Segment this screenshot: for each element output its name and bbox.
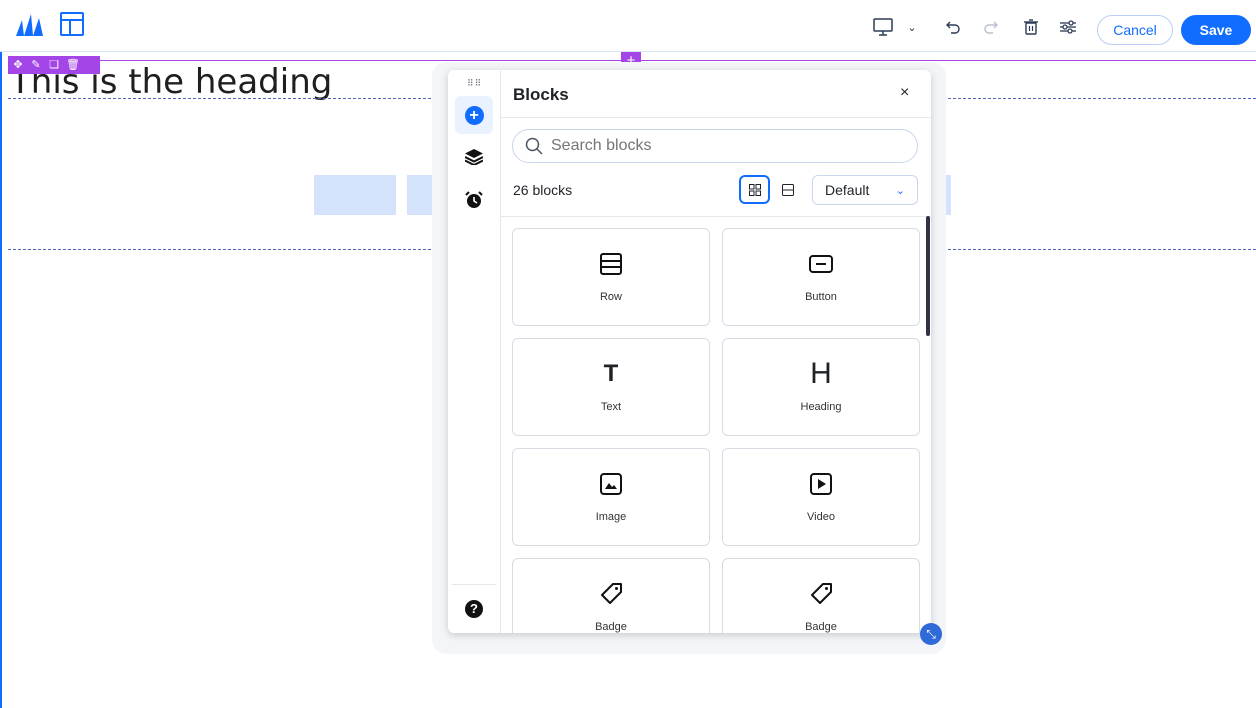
cancel-button[interactable]: Cancel	[1097, 15, 1173, 45]
move-icon[interactable]: ✥	[12, 58, 24, 72]
duplicate-icon[interactable]: ❏	[48, 58, 60, 72]
tag-icon	[811, 583, 832, 604]
close-icon[interactable]: ×	[900, 84, 909, 102]
block-card-text[interactable]: T Text	[512, 338, 710, 436]
chevron-down-icon: ⌄	[895, 184, 905, 197]
block-card-badge[interactable]: Badge	[722, 558, 920, 633]
block-label: Row	[599, 291, 622, 303]
list-view-button[interactable]	[774, 175, 802, 204]
top-toolbar: ⌄ Cancel Save	[0, 0, 1256, 52]
button-icon	[809, 255, 833, 273]
sort-select[interactable]: Default ⌄	[812, 175, 918, 205]
add-circle-icon: +	[464, 105, 484, 125]
block-label: Badge	[595, 621, 627, 633]
help-button[interactable]: ?	[455, 590, 493, 628]
layout-icon[interactable]	[60, 12, 84, 36]
add-blocks-tab[interactable]: +	[455, 96, 493, 134]
redo-icon[interactable]	[980, 16, 1002, 38]
placeholder-button[interactable]	[314, 175, 396, 215]
sort-value: Default	[825, 182, 870, 198]
block-card-heading[interactable]: H Heading	[722, 338, 920, 436]
save-button[interactable]: Save	[1181, 15, 1251, 45]
block-card-video[interactable]: Video	[722, 448, 920, 546]
block-label: Text	[600, 401, 622, 413]
grid-view-button[interactable]	[739, 175, 770, 204]
list-icon	[782, 183, 794, 196]
drag-handle-icon[interactable]: ⠿⠿	[467, 78, 482, 89]
block-label: Image	[595, 511, 627, 523]
video-icon	[810, 473, 832, 495]
chevron-down-icon[interactable]: ⌄	[901, 16, 923, 38]
edit-icon[interactable]: ✎	[30, 58, 42, 72]
block-card-row[interactable]: Row	[512, 228, 710, 326]
selection-toolbar: ✥ ✎ ❏ 🗑	[8, 56, 100, 74]
block-label: Video	[807, 511, 835, 523]
delete-icon[interactable]: 🗑	[66, 58, 80, 72]
panel-rail: ⠿⠿ + ?	[448, 70, 501, 633]
text-icon: T	[603, 360, 619, 387]
scrollbar[interactable]	[926, 216, 930, 336]
block-label: Heading	[800, 401, 842, 413]
trash-icon[interactable]	[1020, 16, 1042, 38]
alarm-clock-icon	[465, 191, 483, 208]
block-card-button[interactable]: Button	[722, 228, 920, 326]
layers-tab[interactable]	[455, 138, 493, 176]
help-icon: ?	[465, 600, 483, 618]
resize-handle-icon[interactable]: ⤡	[920, 623, 942, 645]
blocks-count: 26 blocks	[513, 182, 573, 198]
rail-divider	[452, 584, 496, 585]
search-input[interactable]	[551, 137, 881, 155]
panel-divider	[501, 216, 931, 217]
block-card-badge[interactable]: Badge	[512, 558, 710, 633]
image-icon	[600, 473, 622, 495]
undo-icon[interactable]	[942, 16, 964, 38]
search-field[interactable]	[512, 129, 918, 163]
block-label: Badge	[805, 621, 837, 633]
history-tab[interactable]	[455, 181, 493, 219]
block-card-image[interactable]: Image	[512, 448, 710, 546]
heading-icon: H	[810, 357, 832, 390]
blocks-panel: ⠿⠿ + ? Blocks × 26 blocks Default ⌄ R	[448, 70, 931, 633]
layers-icon	[465, 149, 483, 165]
logo-icon	[16, 14, 43, 36]
block-label: Button	[805, 291, 837, 303]
row-icon	[600, 253, 622, 275]
panel-title: Blocks	[513, 85, 569, 104]
settings-sliders-icon[interactable]	[1057, 16, 1079, 38]
tag-icon	[601, 583, 622, 604]
desktop-icon[interactable]	[872, 16, 894, 38]
search-icon	[525, 137, 543, 155]
panel-divider	[501, 117, 931, 118]
grid-icon	[748, 183, 761, 196]
